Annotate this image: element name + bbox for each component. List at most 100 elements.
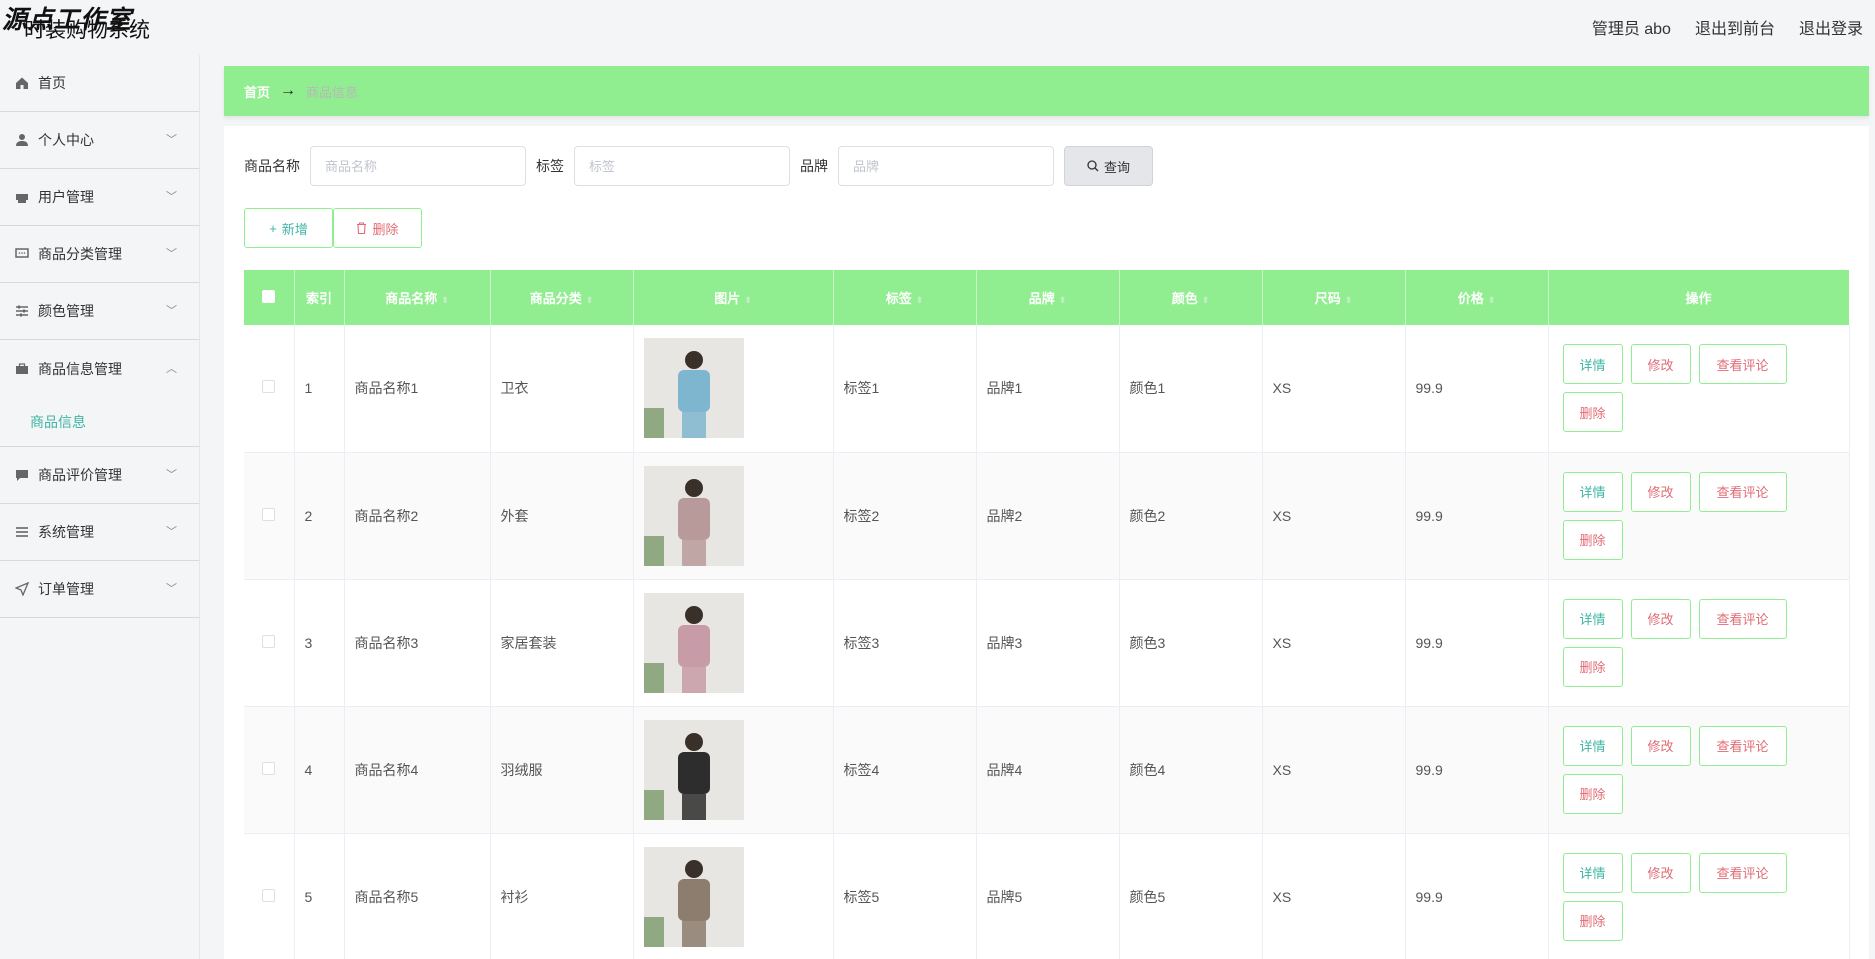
sidebar-item-orders[interactable]: 订单管理 ﹀ [0,561,199,618]
sidebar-item-category[interactable]: 商品分类管理 ﹀ [0,226,199,283]
column-header[interactable]: 商品分类 ⬍ [490,270,634,325]
view-reviews-button[interactable]: 查看评论 [1698,598,1787,639]
select-all-checkbox[interactable] [244,270,295,325]
row-checkbox[interactable] [244,706,295,833]
chevron-down-icon: ﹀ [166,526,177,539]
detail-button[interactable]: 详情 [1562,471,1623,512]
view-reviews-button[interactable]: 查看评论 [1698,344,1787,385]
sidebar-item-label: 首页 [38,75,66,91]
cell-color: 颜色4 [1119,706,1263,833]
delete-button[interactable]: 删除 [1562,646,1623,687]
chevron-down-icon: ﹀ [166,248,177,261]
chevron-down-icon: ﹀ [166,583,177,596]
row-checkbox[interactable] [244,833,295,959]
delete-button[interactable]: 删除 [1562,900,1623,941]
chevron-down-icon: ﹀ [166,191,177,204]
sort-icon: ⬍ [1487,295,1496,305]
sidebar-item-label: 订单管理 [38,581,94,597]
row-checkbox[interactable] [244,452,295,579]
sidebar-item-users[interactable]: 用户管理 ﹀ [0,169,199,226]
suitcase-icon [14,361,30,377]
delete-button[interactable]: 删除 [1562,773,1623,814]
breadcrumb-current: 商品信息 [306,84,359,100]
cell-size: XS [1262,452,1406,579]
edit-button[interactable]: 修改 [1630,725,1691,766]
cell-tag: 标签2 [833,452,977,579]
column-header[interactable]: 图片 ⬍ [633,270,834,325]
cell-price: 99.9 [1405,833,1549,959]
admin-user-link[interactable]: 管理员 abo [1592,15,1671,39]
add-button[interactable]: + 新增 [244,208,333,248]
search-icon [1087,160,1099,172]
cell-category: 卫衣 [490,325,634,452]
sort-icon: ⬍ [585,295,594,305]
sidebar-item-personal[interactable]: 个人中心 ﹀ [0,112,199,169]
product-image [643,592,744,693]
sort-icon: ⬍ [1344,295,1353,305]
cell-brand: 品牌3 [976,579,1120,706]
view-reviews-button[interactable]: 查看评论 [1698,852,1787,893]
column-header[interactable]: 商品名称 ⬍ [344,270,491,325]
delete-button[interactable]: 删除 [1562,519,1623,560]
sidebar-item-reviews[interactable]: 商品评价管理 ﹀ [0,447,199,504]
name-search-input[interactable] [310,146,526,186]
sidebar-subitem-product-info[interactable]: 商品信息 [0,397,199,447]
cell-tag: 标签4 [833,706,977,833]
sidebar-item-product-info[interactable]: 商品信息管理 ︿ [0,340,199,397]
edit-button[interactable]: 修改 [1630,344,1691,385]
view-reviews-button[interactable]: 查看评论 [1698,725,1787,766]
edit-button[interactable]: 修改 [1630,852,1691,893]
exit-to-frontend-link[interactable]: 退出到前台 [1695,15,1775,39]
view-reviews-button[interactable]: 查看评论 [1698,471,1787,512]
table-row: 4 商品名称4 羽绒服 标签4 品牌4 颜色4 XS 99.9 详情 修改 查看评论 删除 [244,706,1850,833]
detail-button[interactable]: 详情 [1562,852,1623,893]
trash-icon [356,222,367,234]
home-icon [14,75,30,91]
product-image [643,846,744,947]
column-header[interactable]: 品牌 ⬍ [976,270,1120,325]
sidebar-item-home[interactable]: 首页 [0,55,199,112]
cell-name: 商品名称5 [344,833,491,959]
cell-index: 5 [294,833,345,959]
sidebar-item-system[interactable]: 系统管理 ﹀ [0,504,199,561]
tag-label: 标签 [536,158,564,174]
row-checkbox[interactable] [244,325,295,452]
cell-actions: 详情 修改 查看评论删除 [1548,579,1850,706]
cell-color: 颜色3 [1119,579,1263,706]
column-header[interactable]: 标签 ⬍ [833,270,977,325]
query-button[interactable]: 查询 [1064,146,1153,186]
cell-brand: 品牌2 [976,452,1120,579]
column-header[interactable]: 颜色 ⬍ [1119,270,1263,325]
tag-search-input[interactable] [574,146,790,186]
cell-brand: 品牌5 [976,833,1120,959]
logout-link[interactable]: 退出登录 [1799,15,1863,39]
column-header[interactable]: 尺码 ⬍ [1262,270,1406,325]
detail-button[interactable]: 详情 [1562,598,1623,639]
cell-tag: 标签1 [833,325,977,452]
column-header[interactable]: 价格 ⬍ [1405,270,1549,325]
chevron-down-icon: ﹀ [166,469,177,482]
detail-button[interactable]: 详情 [1562,725,1623,766]
cell-price: 99.9 [1405,452,1549,579]
cell-size: XS [1262,579,1406,706]
cell-image [633,452,834,579]
delete-button[interactable]: 删除 [1562,392,1623,433]
chat-icon [14,246,30,262]
cell-actions: 详情 修改 查看评论删除 [1548,833,1850,959]
sidebar-item-label: 商品信息管理 [38,360,122,377]
arrow-right-icon: → [280,82,297,99]
cell-image [633,706,834,833]
chevron-up-icon: ︿ [166,362,177,375]
sidebar-item-label: 商品评价管理 [38,467,122,483]
cell-name: 商品名称3 [344,579,491,706]
sidebar-item-colors[interactable]: 颜色管理 ﹀ [0,283,199,340]
header: 时装购物系统 源点工作室 管理员 abo 退出到前台 退出登录 [0,0,1875,52]
breadcrumb-home[interactable]: 首页 [244,82,270,101]
sort-icon: ⬍ [744,295,752,305]
row-checkbox[interactable] [244,579,295,706]
batch-delete-button[interactable]: 删除 [333,208,422,248]
edit-button[interactable]: 修改 [1630,598,1691,639]
detail-button[interactable]: 详情 [1562,344,1623,385]
edit-button[interactable]: 修改 [1630,471,1691,512]
brand-search-input[interactable] [838,146,1054,186]
